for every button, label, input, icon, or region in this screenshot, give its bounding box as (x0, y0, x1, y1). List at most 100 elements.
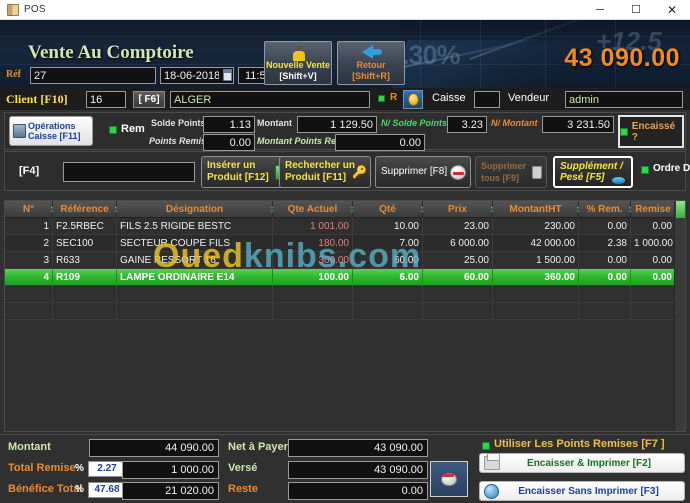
caisse-input[interactable] (474, 91, 500, 108)
table-cell-ref: R109 (53, 269, 117, 286)
n-solde-points-input[interactable] (447, 116, 487, 133)
grid-column-header[interactable]: Prix (423, 201, 493, 218)
summary-reste-value[interactable] (288, 482, 428, 500)
table-cell-empty (579, 303, 631, 320)
summary-benefice-label: Bénéfice Total (8, 483, 83, 495)
delete-circle-icon (450, 165, 466, 180)
ref-input[interactable] (30, 67, 156, 84)
table-cell-pct-rem: 0.00 (579, 252, 631, 269)
grid-column-header[interactable]: N° (5, 201, 53, 218)
table-cell-montant-ht: 360.00 (493, 269, 579, 286)
sort-arrow-icon[interactable]: ↕ (488, 203, 496, 216)
retour-button[interactable]: Retour [Shift+R] (337, 41, 405, 85)
rem-label: Rem (121, 123, 145, 135)
minimize-icon[interactable]: ─ (582, 0, 618, 20)
sort-arrow-icon[interactable]: ↕ (112, 203, 120, 216)
table-cell-montant-ht: 42 000.00 (493, 235, 579, 252)
grid-column-header[interactable]: Qté (353, 201, 423, 218)
solde-points-label: Solde Points (151, 118, 206, 128)
close-icon[interactable]: ✕ (654, 0, 690, 20)
client-id-input[interactable] (86, 91, 126, 108)
f6-button[interactable]: [ F6] (133, 91, 165, 108)
summary-net-value[interactable] (288, 439, 428, 457)
summary-verse-value[interactable] (288, 461, 428, 479)
summary-montant-value[interactable] (89, 439, 219, 457)
sort-arrow-icon[interactable]: ↕ (268, 203, 276, 216)
grid-column-header[interactable]: Remise (631, 201, 676, 218)
encaisse-label: Encaissé ? (631, 120, 676, 143)
n-montant-input[interactable] (542, 116, 614, 133)
ordre-decroissant-checkbox[interactable] (641, 166, 649, 174)
table-cell-n: 1 (5, 218, 53, 235)
rechercher-line1: Rechercher un (285, 160, 356, 171)
sort-arrow-icon[interactable]: ↕ (626, 203, 634, 216)
montant-points-input[interactable] (297, 116, 377, 133)
grid-scrollbar-thumb[interactable] (676, 201, 685, 218)
table-cell-empty (631, 286, 676, 303)
app-root: 3.30% +12.5 Vente Au Comptoire 43 090.00… (0, 20, 690, 503)
coin-icon (407, 93, 419, 106)
supprimer-button[interactable]: Supprimer [F8] (375, 156, 471, 188)
coin-button[interactable] (403, 90, 423, 109)
summary-benefice-value[interactable] (122, 482, 219, 500)
product-search-input[interactable] (63, 162, 195, 182)
supprimer-tous-line1: Supprimer (481, 161, 527, 171)
grid-column-header[interactable]: Qte Actuel (273, 201, 353, 218)
key-icon: 🔑 (352, 165, 367, 179)
utiliser-points-label: Utiliser Les Points Remises [F7 ] (494, 438, 665, 450)
sort-arrow-icon[interactable]: ↕ (48, 203, 56, 216)
vendeur-input[interactable] (565, 91, 683, 108)
summary-benefice-pct[interactable]: 47.68 (88, 482, 126, 498)
ordre-decroissant-label: Ordre Décroissant (653, 163, 690, 174)
supprimer-tous-line2: tous [F9] (481, 173, 519, 183)
sort-arrow-icon[interactable]: ↕ (418, 203, 426, 216)
table-row[interactable]: 4 R109 LAMPE ORDINAIRE E14 100.00 6.00 60.00 3… (5, 269, 685, 286)
grid-column-header[interactable]: Désignation (117, 201, 273, 218)
supplement-pese-button[interactable]: Supplément / Pesé [F5] (553, 156, 633, 188)
table-cell-qte-actuel: 180.00 (273, 235, 353, 252)
supprimer-label: Supprimer [F8] (381, 166, 448, 177)
maximize-icon[interactable]: ☐ (618, 0, 654, 20)
summary-total-remise-value[interactable] (122, 461, 219, 479)
nouvelle-vente-button[interactable]: Nouvelle Vente [Shift+V] (264, 41, 332, 85)
utiliser-points-checkbox[interactable] (482, 442, 490, 450)
table-cell-prix: 23.00 (423, 218, 493, 235)
calendar-icon[interactable] (223, 69, 232, 81)
grid-column-header[interactable]: Référence (53, 201, 117, 218)
rem-checkbox[interactable] (109, 126, 117, 134)
grid-column-header[interactable]: % Rem. (579, 201, 631, 218)
table-cell-qte: 7.00 (353, 235, 423, 252)
operations-caisse-button[interactable]: Opérations Caisse [F11] (9, 116, 93, 146)
sort-arrow-icon[interactable]: ↕ (348, 203, 356, 216)
client-label: Client [F10] (6, 92, 68, 106)
table-cell-empty (273, 286, 353, 303)
supprimer-tous-button[interactable]: Supprimer tous [F9] (475, 156, 547, 188)
inserer-produit-label: Insérer un Produit [F12] (202, 160, 269, 184)
items-grid: N° Référence ↕ Désignation ↕ Qte Actuel ↕ Qté ↕ P… (4, 200, 686, 432)
sort-arrow-icon[interactable]: ↕ (574, 203, 582, 216)
cash-drawer-button[interactable] (430, 461, 468, 497)
encaisse-toggle[interactable]: Encaissé ? (618, 115, 684, 148)
rechercher-line2: Produit [F11] (285, 172, 347, 183)
montant-points-rem-input[interactable] (335, 134, 425, 151)
encaisser-sans-imprimer-button[interactable]: Encaisser Sans Imprimer [F3] (479, 481, 685, 501)
table-cell-empty (117, 286, 273, 303)
table-cell-empty (631, 303, 676, 320)
client-name-input[interactable] (170, 91, 370, 108)
table-cell-remise: 0.00 (631, 218, 676, 235)
grid-column-header[interactable]: MontantHT (493, 201, 579, 218)
points-remise-input[interactable] (203, 134, 255, 151)
encaisser-imprimer-button[interactable]: Encaisser & Imprimer [F2] (479, 453, 685, 473)
table-row[interactable]: 3 R633 GAINE RESSORT 16 300.00 60.00 25.00 1 5… (5, 252, 685, 269)
points-panel: Opérations Caisse [F11] Rem Solde Points… (4, 112, 686, 151)
retour-shortcut: [Shift+R] (352, 71, 390, 81)
table-cell-empty (493, 286, 579, 303)
rechercher-produit-button[interactable]: Rechercher un Produit [F11] 🔑 (279, 156, 371, 188)
table-row[interactable]: 2 SEC100 SECTEUR COUPE FILS 180.00 7.00 6 000… (5, 235, 685, 252)
summary-total-remise-pct[interactable]: 2.27 (88, 461, 126, 477)
solde-points-input[interactable] (203, 116, 255, 133)
table-row[interactable]: 1 F2.5RBEC FILS 2.5 RIGIDE BESTC 1 001.00 10… (5, 218, 685, 235)
grid-scrollbar[interactable] (674, 201, 685, 431)
table-cell-n: 3 (5, 252, 53, 269)
cash-register-icon (13, 124, 26, 138)
